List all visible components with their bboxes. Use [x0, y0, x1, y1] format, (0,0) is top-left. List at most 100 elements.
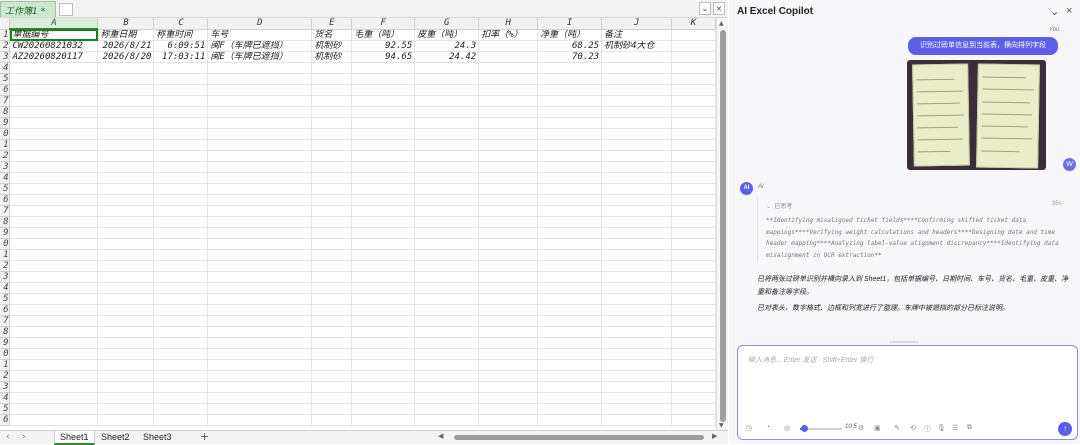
- cell[interactable]: [671, 73, 716, 85]
- cell[interactable]: [537, 337, 603, 349]
- cell[interactable]: [351, 183, 416, 195]
- row-header[interactable]: 7: [0, 205, 11, 217]
- cell[interactable]: [351, 106, 416, 118]
- cell[interactable]: [351, 315, 416, 327]
- cell[interactable]: [311, 392, 353, 404]
- cell[interactable]: [414, 304, 480, 316]
- cell[interactable]: [311, 403, 353, 415]
- cell[interactable]: [311, 282, 353, 294]
- target-icon[interactable]: ◎: [784, 424, 790, 432]
- cell[interactable]: [478, 172, 539, 184]
- cell[interactable]: [311, 304, 353, 316]
- cell[interactable]: [207, 117, 313, 129]
- horizontal-scrollbar[interactable]: ◀ ▶: [438, 432, 717, 441]
- cell[interactable]: [207, 95, 313, 107]
- row-header[interactable]: 0: [0, 348, 11, 360]
- cell[interactable]: 机制砂: [311, 40, 353, 52]
- cell[interactable]: [537, 183, 603, 195]
- cell[interactable]: [671, 337, 716, 349]
- row-header[interactable]: 4: [0, 392, 11, 404]
- cell[interactable]: [414, 392, 480, 404]
- column-header-f[interactable]: F: [351, 18, 416, 30]
- cell[interactable]: [9, 128, 99, 140]
- cell[interactable]: [671, 326, 716, 338]
- cell[interactable]: [601, 271, 673, 283]
- cell[interactable]: 称重时间: [153, 29, 209, 41]
- cell[interactable]: [97, 304, 155, 316]
- cell[interactable]: [351, 282, 416, 294]
- thinking-section[interactable]: ⌄ 已思考 35s **Identifying misaligned ticke…: [757, 197, 1067, 263]
- cell[interactable]: [9, 216, 99, 228]
- cell[interactable]: 机制砂4大仓: [601, 40, 673, 52]
- cell[interactable]: [9, 238, 99, 250]
- cell[interactable]: [671, 216, 716, 228]
- cell[interactable]: [671, 392, 716, 404]
- cell[interactable]: [153, 304, 209, 316]
- cell[interactable]: [207, 73, 313, 85]
- cell[interactable]: [414, 84, 480, 96]
- cell[interactable]: [601, 392, 673, 404]
- cell[interactable]: 2026/8/20: [97, 51, 155, 63]
- temperature-slider[interactable]: [800, 425, 842, 432]
- horizontal-scroll-thumb[interactable]: [454, 435, 704, 440]
- column-header-a[interactable]: A: [9, 18, 99, 30]
- cell[interactable]: [153, 73, 209, 85]
- cell[interactable]: [207, 139, 313, 151]
- cell[interactable]: [97, 348, 155, 360]
- cell[interactable]: [671, 40, 716, 52]
- cell[interactable]: [153, 150, 209, 162]
- cell[interactable]: [478, 403, 539, 415]
- cell[interactable]: 2026/8/21: [97, 40, 155, 52]
- column-header-e[interactable]: E: [311, 18, 353, 30]
- select-all-corner[interactable]: [0, 18, 11, 30]
- cell[interactable]: [97, 392, 155, 404]
- row-header[interactable]: 0: [0, 238, 11, 250]
- row-header[interactable]: 3: [0, 381, 11, 393]
- cell[interactable]: [207, 381, 313, 393]
- cell[interactable]: [97, 183, 155, 195]
- cell[interactable]: [414, 293, 480, 305]
- cell[interactable]: 机制砂: [311, 51, 353, 63]
- cell[interactable]: [153, 414, 209, 426]
- cell[interactable]: [601, 414, 673, 426]
- cell[interactable]: [478, 106, 539, 118]
- cell[interactable]: [207, 194, 313, 206]
- cell[interactable]: [601, 260, 673, 272]
- cell[interactable]: [537, 227, 603, 239]
- cell[interactable]: 闽F（车牌已遮挡）: [207, 40, 313, 52]
- row-header[interactable]: 8: [0, 326, 11, 338]
- sheet-tab-sheet1[interactable]: Sheet1: [54, 431, 95, 445]
- cell[interactable]: [537, 62, 603, 74]
- cell[interactable]: [351, 238, 416, 250]
- close-icon[interactable]: ×: [1066, 5, 1072, 17]
- cell[interactable]: [9, 84, 99, 96]
- cell[interactable]: 6:09:51: [153, 40, 209, 52]
- cell[interactable]: [478, 84, 539, 96]
- cell[interactable]: [97, 128, 155, 140]
- cell[interactable]: [9, 282, 99, 294]
- chat-input[interactable]: [746, 353, 1066, 393]
- row-header[interactable]: 1: [0, 249, 11, 261]
- row-header[interactable]: 5: [0, 73, 11, 85]
- cell[interactable]: [537, 161, 603, 173]
- cell[interactable]: 70.23: [537, 51, 603, 63]
- cell[interactable]: [351, 326, 416, 338]
- cell[interactable]: [671, 161, 716, 173]
- column-header-i[interactable]: I: [537, 18, 603, 30]
- cell[interactable]: [414, 205, 480, 217]
- row-header[interactable]: 3: [0, 271, 11, 283]
- cell[interactable]: [537, 172, 603, 184]
- cell[interactable]: [537, 73, 603, 85]
- cell[interactable]: [537, 260, 603, 272]
- cell[interactable]: [207, 227, 313, 239]
- cell[interactable]: [207, 150, 313, 162]
- cell[interactable]: [311, 238, 353, 250]
- cell[interactable]: [153, 271, 209, 283]
- cell[interactable]: 24.3: [414, 40, 480, 52]
- cell[interactable]: [9, 304, 99, 316]
- cell[interactable]: [351, 381, 416, 393]
- cell[interactable]: [414, 249, 480, 261]
- cell[interactable]: [478, 304, 539, 316]
- edit-icon[interactable]: ✎: [894, 424, 900, 432]
- cell[interactable]: [671, 403, 716, 415]
